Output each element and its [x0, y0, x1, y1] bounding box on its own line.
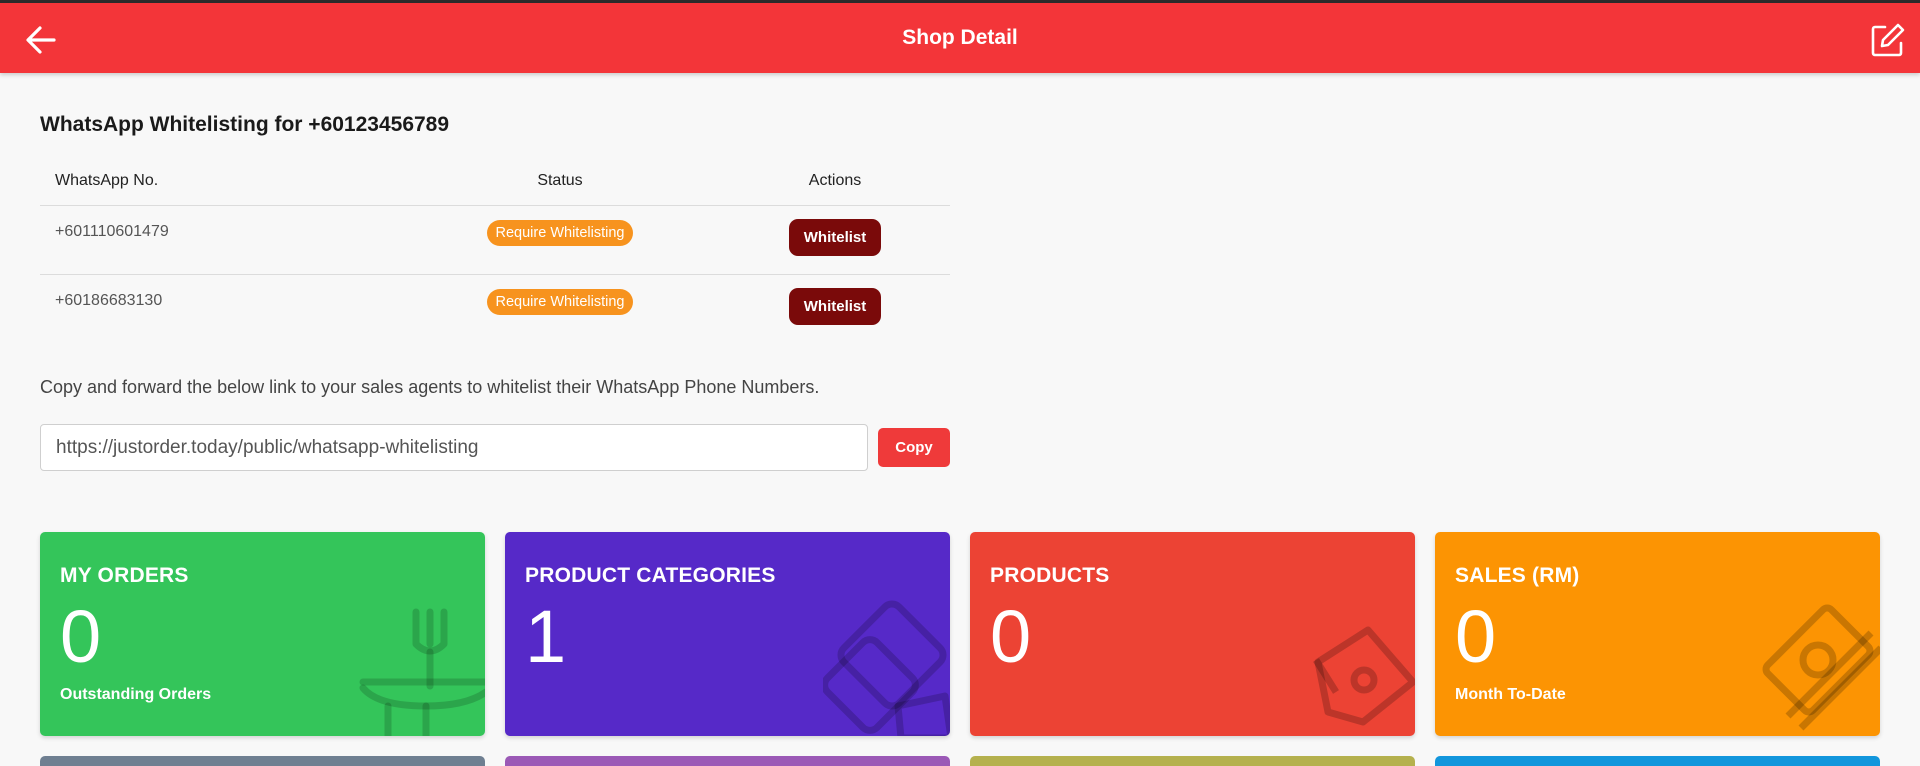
- lower-card-3[interactable]: [970, 756, 1415, 766]
- edit-icon[interactable]: [1870, 22, 1906, 58]
- money-icon: [1753, 598, 1880, 736]
- sales-card[interactable]: SALES (RM) 0 Month To-Date: [1435, 532, 1880, 736]
- whitelist-button[interactable]: Whitelist: [788, 287, 882, 325]
- status-badge: Require Whitelisting: [486, 288, 634, 315]
- card-title: MY ORDERS: [60, 564, 189, 587]
- categories-icon: [821, 598, 950, 736]
- lower-card-4[interactable]: [1435, 756, 1880, 766]
- table-row: +601110601479 Require Whitelisting White…: [40, 205, 950, 275]
- whitelisting-title: WhatsApp Whitelisting for +60123456789: [40, 113, 450, 136]
- card-title: PRODUCTS: [990, 564, 1110, 587]
- dining-icon: [358, 602, 485, 736]
- card-value: 1: [525, 595, 567, 678]
- products-card[interactable]: PRODUCTS 0: [970, 532, 1415, 736]
- column-header-number: WhatsApp No.: [40, 157, 400, 206]
- card-title: SALES (RM): [1455, 564, 1580, 587]
- card-value: 0: [60, 595, 102, 678]
- column-header-actions: Actions: [720, 157, 950, 206]
- column-header-status: Status: [400, 157, 720, 206]
- whitelisting-table: WhatsApp No. Status Actions +60111060147…: [40, 157, 950, 343]
- lower-card-2[interactable]: [505, 756, 950, 766]
- my-orders-card[interactable]: MY ORDERS 0 Outstanding Orders: [40, 532, 485, 736]
- price-tag-icon: [1308, 622, 1415, 736]
- product-categories-card[interactable]: PRODUCT CATEGORIES 1: [505, 532, 950, 736]
- whitelisting-link-input[interactable]: [40, 424, 868, 471]
- table-header-row: WhatsApp No. Status Actions: [40, 157, 950, 206]
- card-subtitle: Month To-Date: [1455, 686, 1566, 703]
- app-bar: Shop Detail: [0, 3, 1920, 73]
- page-title: Shop Detail: [902, 26, 1018, 49]
- whitelist-button[interactable]: Whitelist: [788, 218, 882, 256]
- card-value: 0: [1455, 595, 1497, 678]
- whatsapp-number: +601110601479: [40, 205, 400, 275]
- card-subtitle: Outstanding Orders: [60, 686, 212, 703]
- copy-button[interactable]: Copy: [878, 428, 950, 467]
- lower-card-1[interactable]: [40, 756, 485, 766]
- card-value: 0: [990, 595, 1032, 678]
- share-instructions: Copy and forward the below link to your …: [40, 377, 820, 397]
- status-badge: Require Whitelisting: [486, 219, 634, 246]
- card-title: PRODUCT CATEGORIES: [525, 564, 776, 587]
- whatsapp-number: +60186683130: [55, 291, 163, 309]
- table-row: +60186683130 Require Whitelisting Whitel…: [40, 274, 950, 343]
